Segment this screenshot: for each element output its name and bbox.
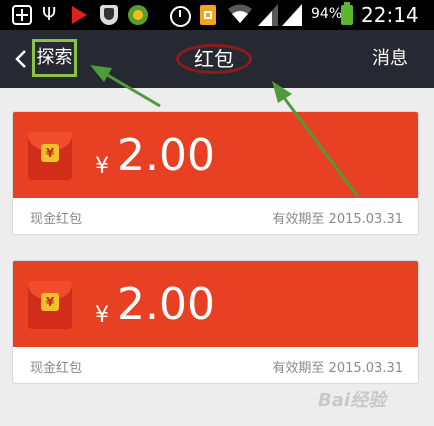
currency-symbol: ¥: [95, 154, 109, 179]
red-packet-card[interactable]: ¥ ¥ 2.00 现金红包 有效期至 2015.03.31: [12, 111, 419, 235]
expiry-date: 有效期至 2015.03.31: [272, 212, 403, 227]
currency-symbol: ¥: [95, 303, 109, 328]
play-icon: [72, 6, 87, 24]
app-notification-icon: [128, 5, 148, 25]
title-bar: 探索 红包 消息: [0, 30, 434, 88]
red-envelope-icon: ¥: [28, 132, 72, 180]
wifi-icon: [228, 4, 252, 23]
battery-percent: 94%: [311, 6, 343, 22]
clock: 22:14: [361, 3, 419, 27]
status-bar: Ψ 94% 22:14: [0, 0, 434, 30]
signal-icon: [282, 4, 302, 26]
yuan-coin-icon: ¥: [41, 144, 59, 162]
amount: 2.00: [117, 130, 215, 181]
signal-icon: [258, 4, 278, 26]
card-header: ¥ ¥ 2.00: [13, 112, 418, 198]
chevron-left-icon[interactable]: [14, 49, 28, 69]
red-envelope-icon: ¥: [28, 281, 72, 329]
card-type-label: 现金红包: [30, 212, 83, 227]
usb-icon: Ψ: [42, 4, 57, 25]
expiry-date: 有效期至 2015.03.31: [272, 361, 403, 376]
alarm-icon: [170, 6, 191, 27]
shield-icon: [100, 5, 118, 25]
battery-charging-icon: [341, 2, 353, 25]
add-notification-icon: [12, 5, 32, 25]
back-button[interactable]: 探索: [32, 39, 77, 77]
watermark: Bai经验: [318, 390, 387, 411]
amount: 2.00: [117, 279, 215, 330]
messages-button[interactable]: 消息: [372, 47, 408, 71]
yuan-coin-icon: ¥: [41, 293, 59, 311]
red-packet-card[interactable]: ¥ ¥ 2.00 现金红包 有效期至 2015.03.31: [12, 260, 419, 384]
card-type-label: 现金红包: [30, 361, 83, 376]
page-title: 红包: [194, 47, 234, 71]
document-icon: [200, 5, 216, 25]
card-header: ¥ ¥ 2.00: [13, 261, 418, 347]
